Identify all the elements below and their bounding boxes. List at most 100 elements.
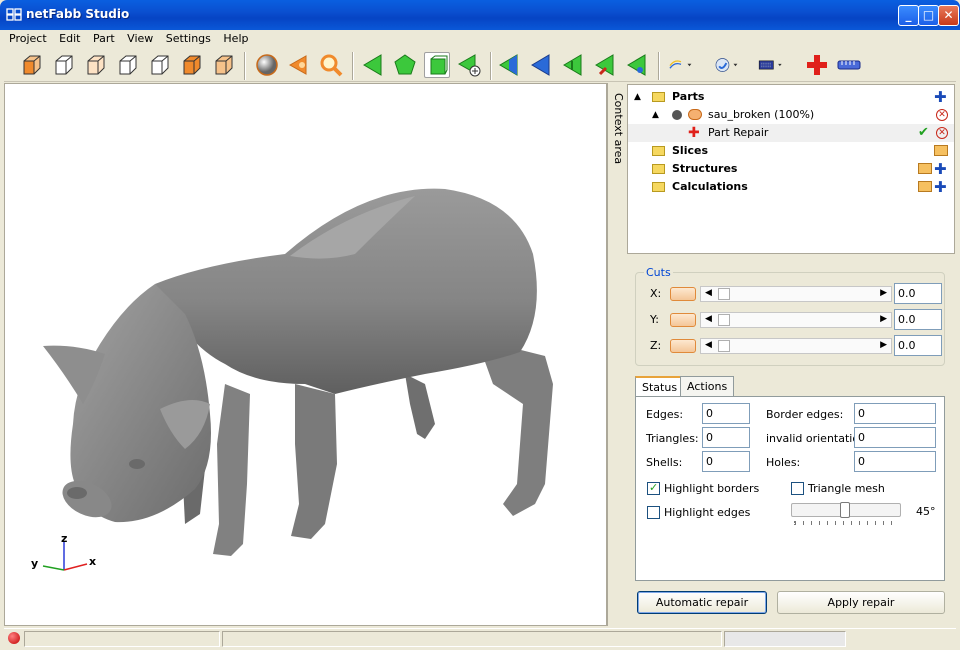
select-shell-button[interactable] — [424, 52, 450, 78]
tree-item-part[interactable]: ▲ sau_broken (100%) ✕ — [628, 106, 954, 124]
tree-item-structures[interactable]: Structures ✚ — [628, 160, 954, 178]
menu-help[interactable]: Help — [223, 30, 248, 47]
cut-y-toggle[interactable] — [670, 313, 696, 327]
tab-actions[interactable]: Actions — [680, 376, 735, 397]
arrow-left-icon[interactable]: ◀ — [705, 340, 712, 350]
arrow-right-icon[interactable]: ▶ — [880, 288, 887, 298]
tab-status[interactable]: Status — [635, 376, 685, 398]
holes-field[interactable]: 0 — [854, 451, 936, 472]
view-mode-dropdown[interactable] — [714, 52, 754, 78]
cut-z-input[interactable]: 0.0 — [894, 335, 942, 356]
select-triangle-button[interactable] — [360, 52, 386, 78]
pan-button[interactable] — [286, 52, 312, 78]
context-area-tab[interactable]: Context area — [607, 83, 627, 626]
toolbar — [4, 48, 956, 82]
open-folder-icon[interactable] — [918, 181, 932, 192]
axis-x-label: x — [89, 555, 97, 568]
angle-slider[interactable] — [791, 502, 901, 518]
add-part-button[interactable] — [804, 52, 830, 78]
add-icon[interactable]: ✚ — [934, 160, 947, 178]
tree-label-part: sau_broken (100%) — [708, 108, 815, 121]
eye-icon[interactable] — [688, 109, 702, 120]
keyboard-dropdown[interactable] — [758, 52, 802, 78]
tree-label-calculations: Calculations — [672, 180, 748, 193]
view-back-button[interactable] — [82, 52, 108, 78]
checkmark-icon[interactable]: ✔ — [918, 124, 929, 142]
3d-viewport[interactable]: z y x — [4, 83, 607, 626]
arrow-right-icon[interactable]: ▶ — [880, 314, 887, 324]
view-bottom-button[interactable] — [210, 52, 236, 78]
cut-x-input[interactable]: 0.0 — [894, 283, 942, 304]
triangle-blue-icon — [531, 54, 550, 76]
view-left-button[interactable] — [114, 52, 140, 78]
tree-item-parts[interactable]: ▲ Parts ✚ — [628, 88, 954, 106]
open-folder-icon[interactable] — [918, 163, 932, 174]
tree-item-part-repair[interactable]: ✚ Part Repair ✔ ✕ — [628, 124, 954, 142]
sphere-icon — [256, 54, 278, 76]
highlight-borders-checkbox[interactable] — [647, 481, 660, 495]
view-top-button[interactable] — [178, 52, 204, 78]
add-icon[interactable]: ✚ — [934, 88, 947, 106]
tool-d-button[interactable] — [592, 52, 618, 78]
view-front-button[interactable] — [50, 52, 76, 78]
tree-item-slices[interactable]: Slices — [628, 142, 954, 160]
menu-project[interactable]: Project — [9, 30, 47, 47]
ruler-button[interactable] — [836, 52, 862, 78]
zoom-button[interactable] — [318, 52, 344, 78]
automatic-repair-button[interactable]: Automatic repair — [637, 591, 767, 614]
select-surface-button[interactable] — [392, 52, 418, 78]
expand-icon[interactable]: ▲ — [634, 88, 641, 106]
add-icon[interactable]: ✚ — [934, 178, 947, 196]
minimize-button[interactable]: _ — [898, 5, 919, 26]
slider-thumb[interactable] — [718, 340, 730, 352]
invalid-orientation-field[interactable]: 0 — [854, 427, 936, 448]
tool-e-button[interactable] — [624, 52, 650, 78]
cut-x-row: X: ◀ ▶ 0.0 — [640, 283, 942, 305]
tool-b-button[interactable] — [528, 52, 554, 78]
view-right-button[interactable] — [146, 52, 172, 78]
measure-dropdown[interactable] — [668, 52, 708, 78]
close-button[interactable]: ✕ — [938, 5, 959, 26]
open-folder-icon[interactable] — [934, 145, 948, 156]
menu-settings[interactable]: Settings — [166, 30, 211, 47]
edges-field[interactable]: 0 — [702, 403, 750, 424]
arrow-left-icon[interactable]: ◀ — [705, 288, 712, 298]
triangle-blue-green-icon — [499, 54, 518, 76]
highlight-edges-checkbox[interactable] — [647, 506, 660, 519]
folder-icon — [652, 182, 665, 192]
folder-icon — [652, 146, 665, 156]
arrow-left-icon[interactable]: ◀ — [705, 314, 712, 324]
maximize-button[interactable]: □ — [918, 5, 939, 26]
tree-label-slices: Slices — [672, 144, 708, 157]
arrow-right-icon[interactable]: ▶ — [880, 340, 887, 350]
remove-icon[interactable]: ✕ — [936, 127, 948, 139]
cut-z-slider[interactable]: ◀ ▶ — [700, 338, 892, 354]
shading-button[interactable] — [254, 52, 280, 78]
menu-part[interactable]: Part — [93, 30, 115, 47]
cut-x-slider[interactable]: ◀ ▶ — [700, 286, 892, 302]
triangles-field[interactable]: 0 — [702, 427, 750, 448]
slider-thumb[interactable] — [718, 314, 730, 326]
status-panel-2 — [222, 631, 722, 647]
part-dot-icon — [672, 110, 682, 120]
shells-field[interactable]: 0 — [702, 451, 750, 472]
slider-thumb[interactable] — [840, 502, 850, 518]
cut-y-input[interactable]: 0.0 — [894, 309, 942, 330]
slider-thumb[interactable] — [718, 288, 730, 300]
tool-a-button[interactable] — [496, 52, 522, 78]
status-panel-1 — [24, 631, 220, 647]
menu-view[interactable]: View — [127, 30, 153, 47]
menu-edit[interactable]: Edit — [59, 30, 80, 47]
tool-c-button[interactable] — [560, 52, 586, 78]
remove-icon[interactable]: ✕ — [936, 109, 948, 121]
expand-icon[interactable]: ▲ — [652, 106, 659, 124]
border-edges-field[interactable]: 0 — [854, 403, 936, 424]
tree-item-calculations[interactable]: Calculations ✚ — [628, 178, 954, 196]
apply-repair-button[interactable]: Apply repair — [777, 591, 945, 614]
cut-z-toggle[interactable] — [670, 339, 696, 353]
cut-x-toggle[interactable] — [670, 287, 696, 301]
cut-y-slider[interactable]: ◀ ▶ — [700, 312, 892, 328]
view-iso-button[interactable] — [18, 52, 44, 78]
add-triangle-button[interactable] — [456, 52, 482, 78]
triangle-mesh-checkbox[interactable] — [791, 482, 804, 495]
